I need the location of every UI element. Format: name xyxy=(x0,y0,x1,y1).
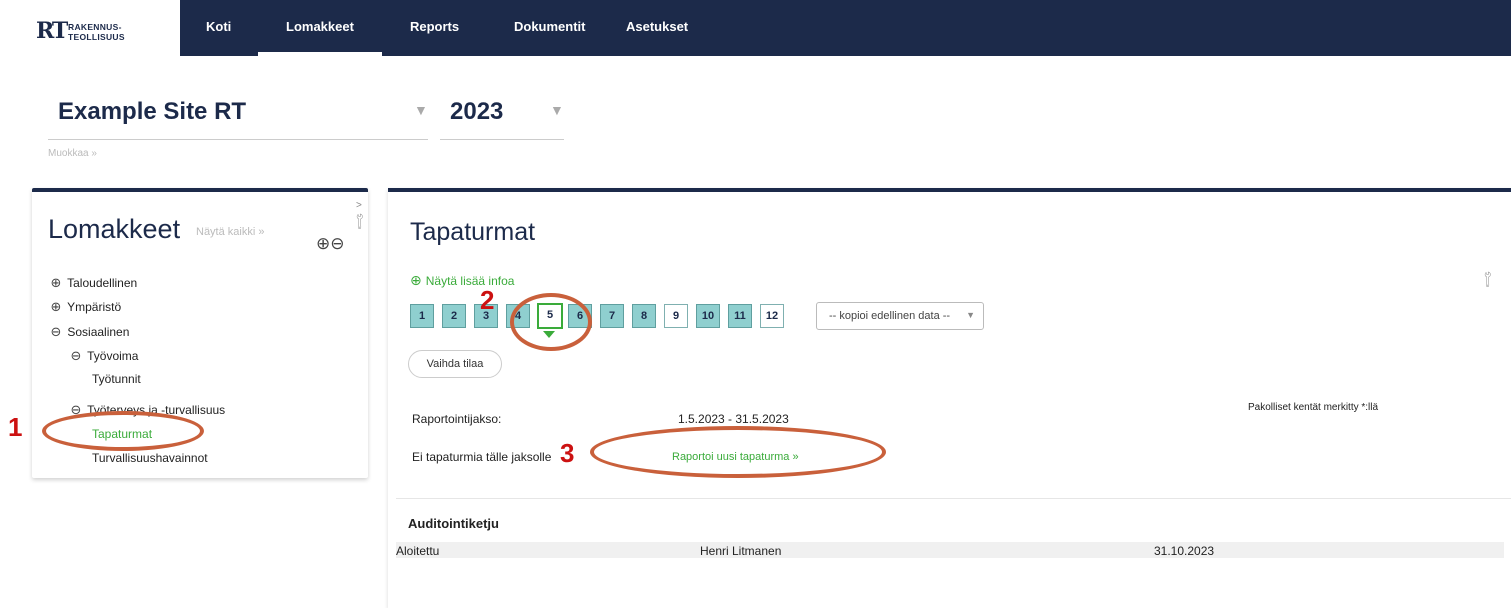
table-row xyxy=(396,542,1504,558)
month-8-button[interactable]: 8 xyxy=(632,304,656,328)
audit-action: Aloitettu xyxy=(396,544,440,558)
annotation-number-2: 2 xyxy=(480,285,495,315)
tree-item-taloudellinen[interactable]: ⊕ Taloudellinen xyxy=(48,275,138,291)
required-fields-note: Pakolliset kentät merkitty *:llä xyxy=(1248,402,1379,413)
copy-previous-data-dropdown[interactable]: -- kopioi edellinen data -- ▼ xyxy=(816,302,984,330)
expand-icon[interactable]: ⊕ xyxy=(48,299,64,315)
year-selector-underline xyxy=(440,139,564,140)
show-more-info-link[interactable]: ⊕ Näytä lisää infoa xyxy=(410,272,514,289)
site-dropdown-arrow-icon[interactable]: ▼ xyxy=(414,102,428,118)
expand-icon[interactable]: ⊕ xyxy=(48,275,64,291)
page-title: Tapaturmat xyxy=(410,218,536,246)
period-label: Raportointijakso: xyxy=(412,412,502,426)
plus-circle-icon: ⊕ xyxy=(410,272,422,288)
site-selector-underline xyxy=(48,139,428,140)
nav-koti[interactable]: Koti xyxy=(206,19,231,34)
year-selector[interactable]: 2023 xyxy=(450,98,503,126)
month-12-button[interactable]: 12 xyxy=(760,304,784,328)
nav-reports[interactable]: Reports xyxy=(410,19,459,34)
tree-item-turvallisuushavainnot[interactable]: Turvallisuushavainnot xyxy=(92,451,208,465)
nav-asetukset[interactable]: Asetukset xyxy=(626,19,688,34)
active-nav-indicator xyxy=(258,52,382,56)
site-selector[interactable]: Example Site RT xyxy=(58,98,246,126)
annotation-ellipse-2 xyxy=(510,293,592,351)
wrench-icon[interactable]: 🔧︎ xyxy=(1477,269,1498,290)
annotation-number-1: 1 xyxy=(8,412,23,442)
no-accidents-text: Ei tapaturmia tälle jaksolle xyxy=(412,450,552,464)
period-value: 1.5.2023 - 31.5.2023 xyxy=(678,412,789,426)
month-10-button[interactable]: 10 xyxy=(696,304,720,328)
logo-text: RAKENNUS- TEOLLISUUS xyxy=(68,22,125,42)
month-11-button[interactable]: 11 xyxy=(728,304,752,328)
tree-item-tyovoima[interactable]: ⊖ Työvoima xyxy=(68,348,139,364)
annotation-ellipse-3 xyxy=(590,426,886,478)
main-content-panel: Tapaturmat 🔧︎ ⊕ Näytä lisää infoa 1 2 3 4… xyxy=(388,188,1511,608)
show-all-link[interactable]: Näytä kaikki » xyxy=(196,226,264,238)
edit-site-link[interactable]: Muokkaa » xyxy=(48,148,97,159)
year-dropdown-arrow-icon[interactable]: ▼ xyxy=(550,102,564,118)
logo-mark: RT xyxy=(36,18,68,44)
tree-item-tyotunnit[interactable]: Työtunnit xyxy=(92,372,141,386)
logo[interactable]: RT RAKENNUS- TEOLLISUUS xyxy=(0,0,180,56)
month-7-button[interactable]: 7 xyxy=(600,304,624,328)
collapse-icon[interactable]: ⊖ xyxy=(68,348,84,364)
expand-collapse-all-icons[interactable]: ⊕⊖ xyxy=(316,234,345,254)
audit-date: 31.10.2023 xyxy=(1154,544,1215,558)
top-navigation-bar: RT RAKENNUS- TEOLLISUUS Koti Lomakkeet Re… xyxy=(0,0,1511,56)
month-9-button[interactable]: 9 xyxy=(664,304,688,328)
annotation-ellipse-1 xyxy=(42,411,204,451)
audit-user: Henri Litmanen xyxy=(700,544,782,558)
audit-trail-title: Auditointiketju xyxy=(408,516,499,531)
collapse-icon[interactable]: ⊖ xyxy=(48,324,64,340)
sidebar-title: Lomakkeet xyxy=(48,214,181,244)
dropdown-arrow-icon: ▼ xyxy=(966,310,975,320)
wrench-icon[interactable]: 🔧︎ xyxy=(349,211,370,232)
section-divider xyxy=(396,498,1511,499)
change-state-button[interactable]: Vaihda tilaa xyxy=(408,350,502,378)
tree-item-ymparisto[interactable]: ⊕ Ympäristö xyxy=(48,299,122,315)
month-2-button[interactable]: 2 xyxy=(442,304,466,328)
month-1-button[interactable]: 1 xyxy=(410,304,434,328)
nav-dokumentit[interactable]: Dokumentit xyxy=(514,19,586,34)
nav-lomakkeet[interactable]: Lomakkeet xyxy=(286,19,354,34)
collapse-chevron-icon[interactable]: > xyxy=(356,200,362,211)
tree-item-sosiaalinen[interactable]: ⊖ Sosiaalinen xyxy=(48,324,130,340)
annotation-number-3: 3 xyxy=(560,438,575,468)
